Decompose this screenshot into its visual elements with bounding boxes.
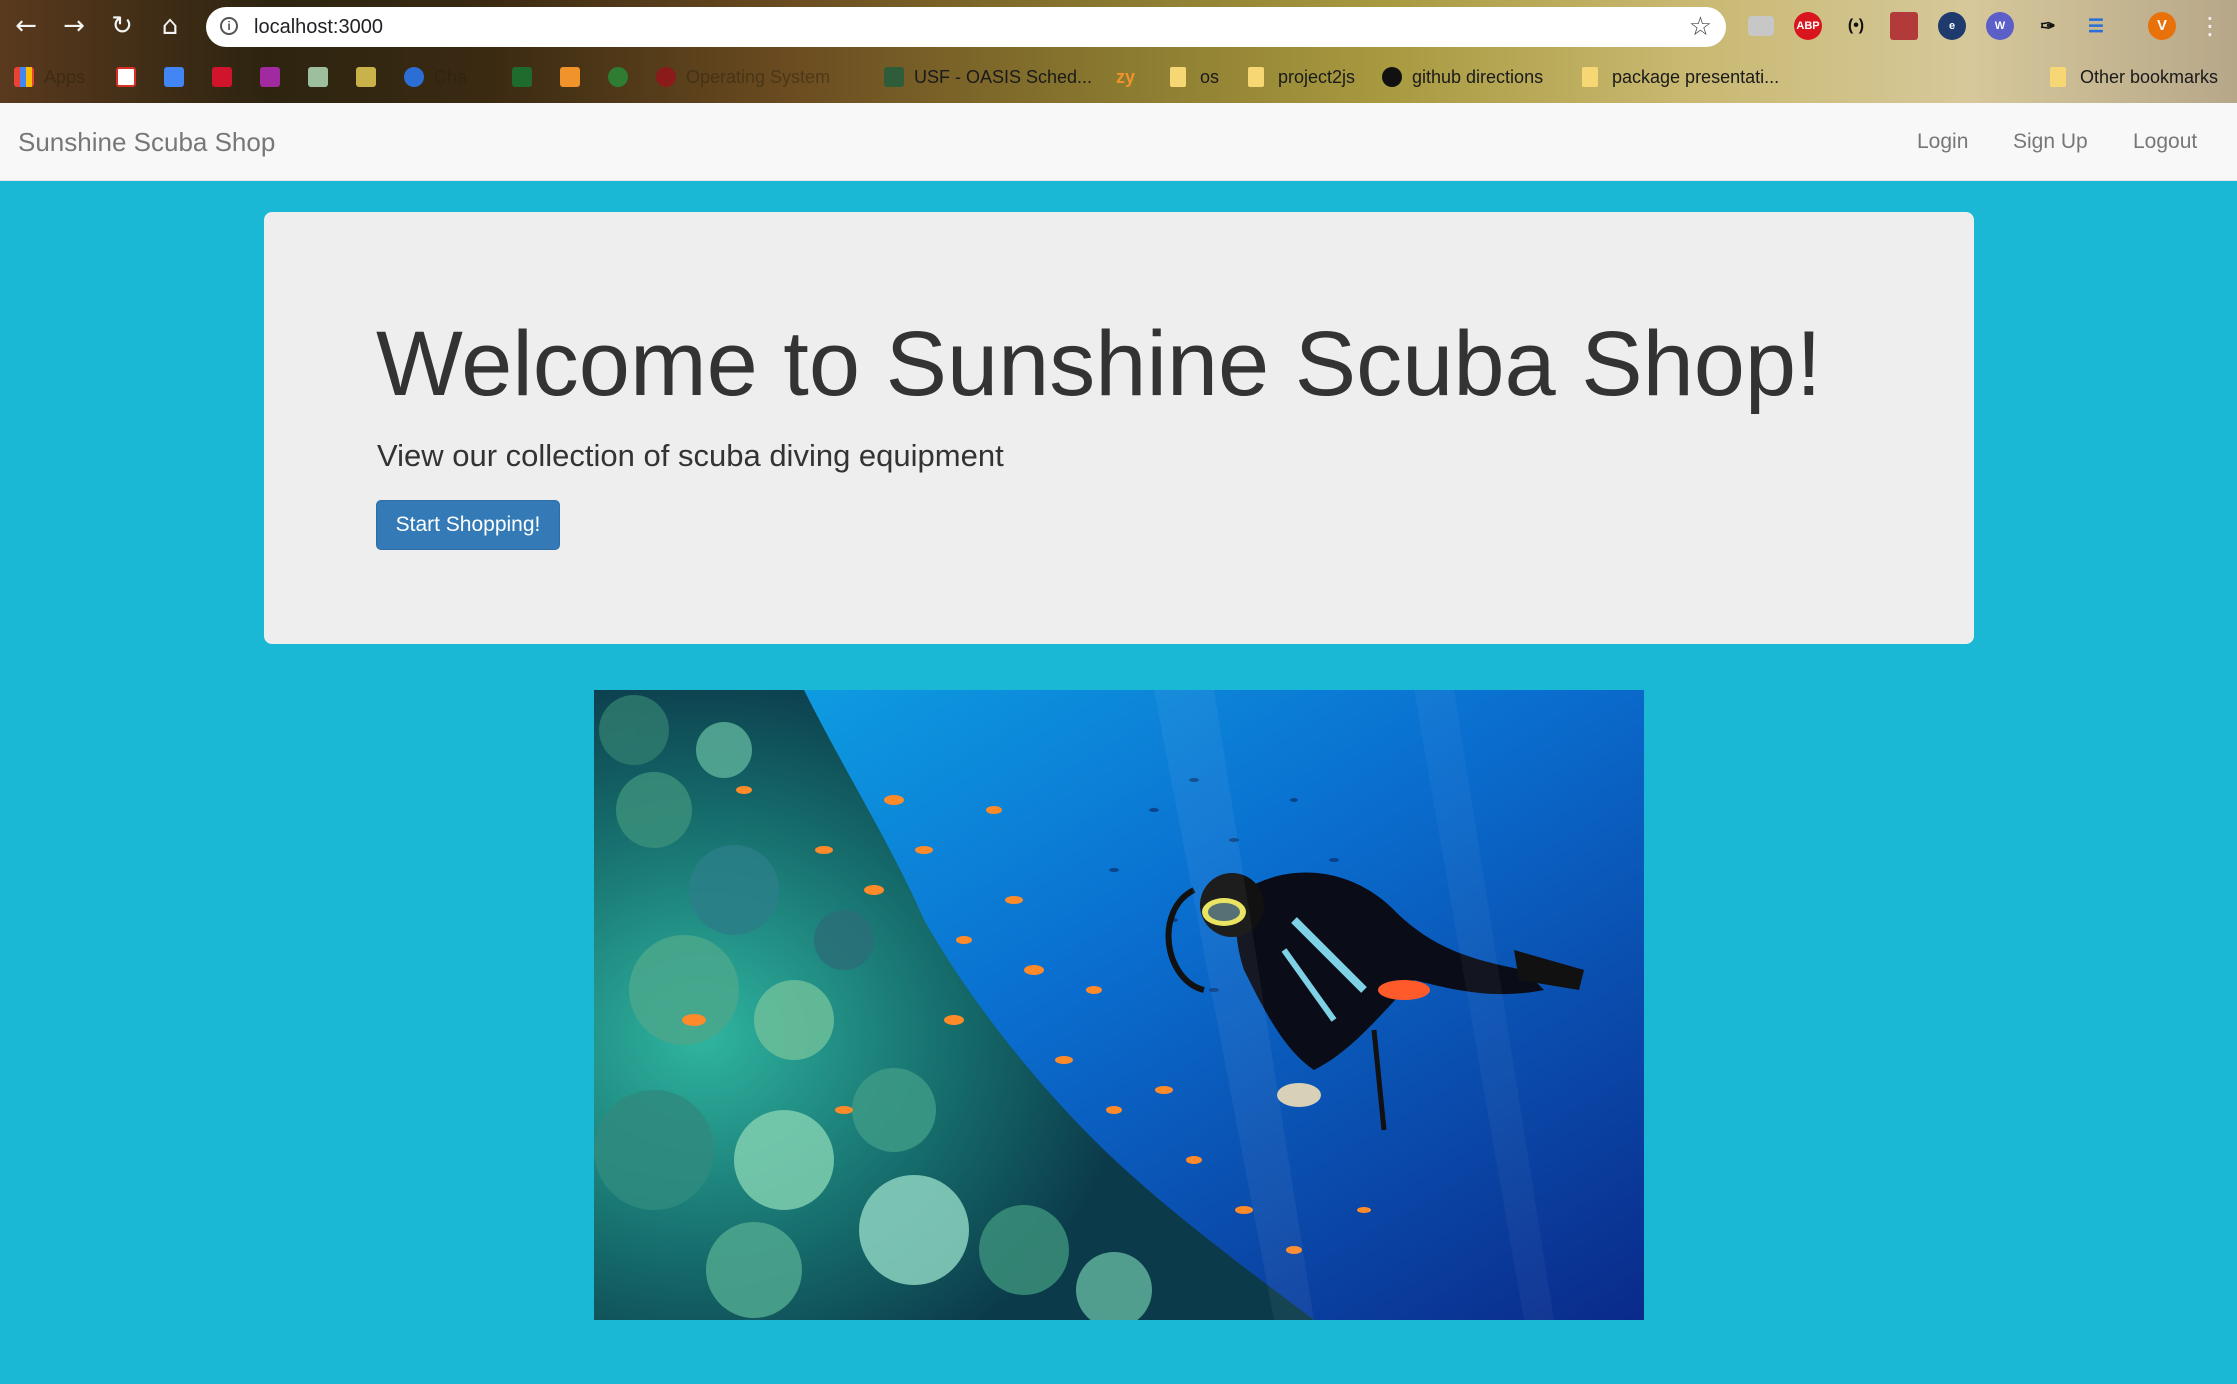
extension-e-icon[interactable]: e bbox=[1938, 12, 1966, 40]
page-title: Welcome to Sunshine Scuba Shop! bbox=[376, 313, 1822, 415]
c-icon bbox=[560, 67, 580, 87]
url-text[interactable]: localhost:3000 bbox=[254, 16, 383, 39]
bookmark-cha[interactable]: Cha bbox=[404, 64, 467, 90]
globe-icon bbox=[404, 67, 424, 87]
nav-login-link[interactable]: Login bbox=[1917, 130, 1968, 154]
browser-toolbar: ← → ↻ ⌂ i localhost:3000 ☆ ABP (•) e W ✑… bbox=[0, 0, 2237, 52]
bookmark-package-presentation[interactable]: package presentati... bbox=[1582, 64, 1779, 90]
bookmark-usf-oasis[interactable]: USF - OASIS Sched... bbox=[884, 64, 1092, 90]
jumbotron: Welcome to Sunshine Scuba Shop! View our… bbox=[264, 212, 1974, 644]
bank-icon bbox=[212, 67, 232, 87]
navbar-brand[interactable]: Sunshine Scuba Shop bbox=[18, 127, 275, 158]
seal-icon bbox=[608, 67, 628, 87]
bookmark-operating-system[interactable]: Operating System bbox=[656, 64, 830, 90]
address-bar[interactable]: i localhost:3000 ☆ bbox=[206, 7, 1726, 47]
site-navbar: Sunshine Scuba Shop Login Sign Up Logout bbox=[0, 103, 2237, 181]
bookmark-bank[interactable] bbox=[212, 64, 242, 90]
bookmark-os[interactable]: os bbox=[1170, 64, 1219, 90]
nav-logout-link[interactable]: Logout bbox=[2133, 130, 2197, 154]
bookmark-shield[interactable] bbox=[356, 64, 386, 90]
nav-signup-link[interactable]: Sign Up bbox=[2013, 130, 2088, 154]
bookmarks-bar: Apps Cha Operating System USF - OASIS Sc… bbox=[0, 52, 2237, 103]
extension-icon[interactable] bbox=[1748, 16, 1774, 36]
folder-icon bbox=[1582, 67, 1598, 87]
back-arrow-icon[interactable]: ← bbox=[12, 12, 40, 40]
shield-icon bbox=[356, 67, 376, 87]
folder-icon bbox=[1170, 67, 1186, 87]
bookmark-gmail[interactable] bbox=[116, 64, 146, 90]
gmail-icon bbox=[116, 67, 136, 87]
menu-dots-icon[interactable]: ⋮ bbox=[2196, 12, 2224, 40]
bookmark-github-directions[interactable]: github directions bbox=[1382, 64, 1543, 90]
extension-scribble-icon[interactable]: ✑ bbox=[2034, 12, 2062, 40]
crest-icon bbox=[656, 67, 676, 87]
bookmark-green[interactable] bbox=[608, 64, 638, 90]
apps-grid-icon bbox=[14, 67, 34, 87]
bookmark-apps[interactable]: Apps bbox=[14, 64, 85, 90]
github-icon bbox=[1382, 67, 1402, 87]
home-icon[interactable]: ⌂ bbox=[156, 12, 184, 40]
extension-w-icon[interactable]: W bbox=[1986, 12, 2014, 40]
calendar-icon bbox=[164, 67, 184, 87]
bookmark-project2js[interactable]: project2js bbox=[1248, 64, 1355, 90]
translate-icon[interactable]: ☰ bbox=[2082, 12, 2110, 40]
bookmark-zy[interactable]: zy bbox=[1116, 64, 1135, 90]
bookmark-star-icon[interactable]: ☆ bbox=[1689, 12, 1712, 42]
site-info-icon[interactable]: i bbox=[220, 17, 238, 35]
bookmark-calendar[interactable] bbox=[164, 64, 194, 90]
usf-bull-icon bbox=[884, 67, 904, 87]
reload-icon[interactable]: ↻ bbox=[108, 12, 136, 40]
folder-icon bbox=[2050, 67, 2066, 87]
bookmark-other[interactable]: Other bookmarks bbox=[2050, 64, 2218, 90]
browser-chrome: ← → ↻ ⌂ i localhost:3000 ☆ ABP (•) e W ✑… bbox=[0, 0, 2237, 103]
bookmark-c[interactable] bbox=[560, 64, 590, 90]
forward-arrow-icon[interactable]: → bbox=[60, 12, 88, 40]
scuba-diver-reef-picture bbox=[594, 690, 1644, 1320]
page-subtitle: View our collection of scuba diving equi… bbox=[377, 438, 1004, 473]
profile-avatar[interactable]: V bbox=[2148, 12, 2176, 40]
hero-image bbox=[594, 690, 1644, 1320]
bookmark-image[interactable] bbox=[308, 64, 338, 90]
bookmark-paypal[interactable] bbox=[260, 64, 290, 90]
abp-icon[interactable]: ABP bbox=[1794, 12, 1822, 40]
bookmark-usf-bull[interactable] bbox=[512, 64, 542, 90]
bracket-icon[interactable]: (•) bbox=[1842, 12, 1870, 40]
folder-icon bbox=[1248, 67, 1264, 87]
bull-icon bbox=[512, 67, 532, 87]
image-icon bbox=[308, 67, 328, 87]
paypal-icon bbox=[260, 67, 280, 87]
start-shopping-button[interactable]: Start Shopping! bbox=[376, 500, 560, 550]
pdf-icon[interactable] bbox=[1890, 12, 1918, 40]
